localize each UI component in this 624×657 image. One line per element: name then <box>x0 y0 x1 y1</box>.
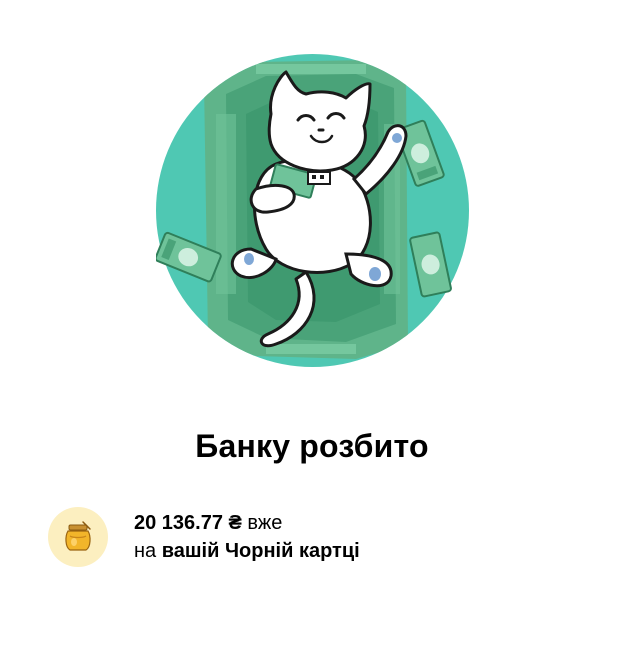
jar-info-line-1-suffix: вже <box>241 512 283 534</box>
hero-illustration <box>154 54 469 367</box>
jar-info-line-1: 20 136.77 ₴ вже <box>134 509 360 537</box>
page-title: Банку розбито <box>195 428 429 464</box>
jar-info-row: 20 136.77 ₴ вже на вашій Чорній картці <box>48 507 360 567</box>
jar-amount: 20 136.77 ₴ <box>134 512 242 534</box>
cat-paw-left <box>249 183 296 214</box>
cat-on-money-illustration <box>154 54 469 367</box>
jar-info-text: 20 136.77 ₴ вже на вашій Чорній картці <box>134 509 360 565</box>
cat-collar <box>307 171 331 185</box>
jar-info-line-2: на вашій Чорній картці <box>134 537 360 565</box>
honey-jar-icon <box>48 507 108 567</box>
card-name: вашій Чорній картці <box>161 540 360 562</box>
jar-info-line-2-prefix: на <box>134 540 162 562</box>
